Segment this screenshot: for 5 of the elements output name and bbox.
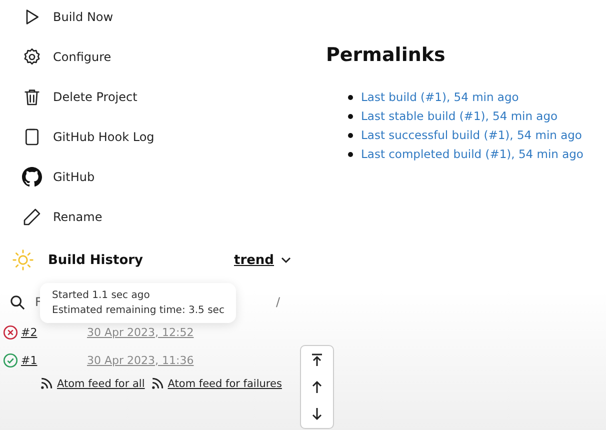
tooltip-text: Estimated remaining time: 3.5 sec	[52, 304, 224, 318]
shortcut-hint: /	[276, 295, 280, 309]
section-title: Build History	[48, 252, 144, 268]
tooltip-text: Started 1.1 sec ago	[52, 289, 151, 303]
section-title: Permalinks	[326, 44, 446, 66]
